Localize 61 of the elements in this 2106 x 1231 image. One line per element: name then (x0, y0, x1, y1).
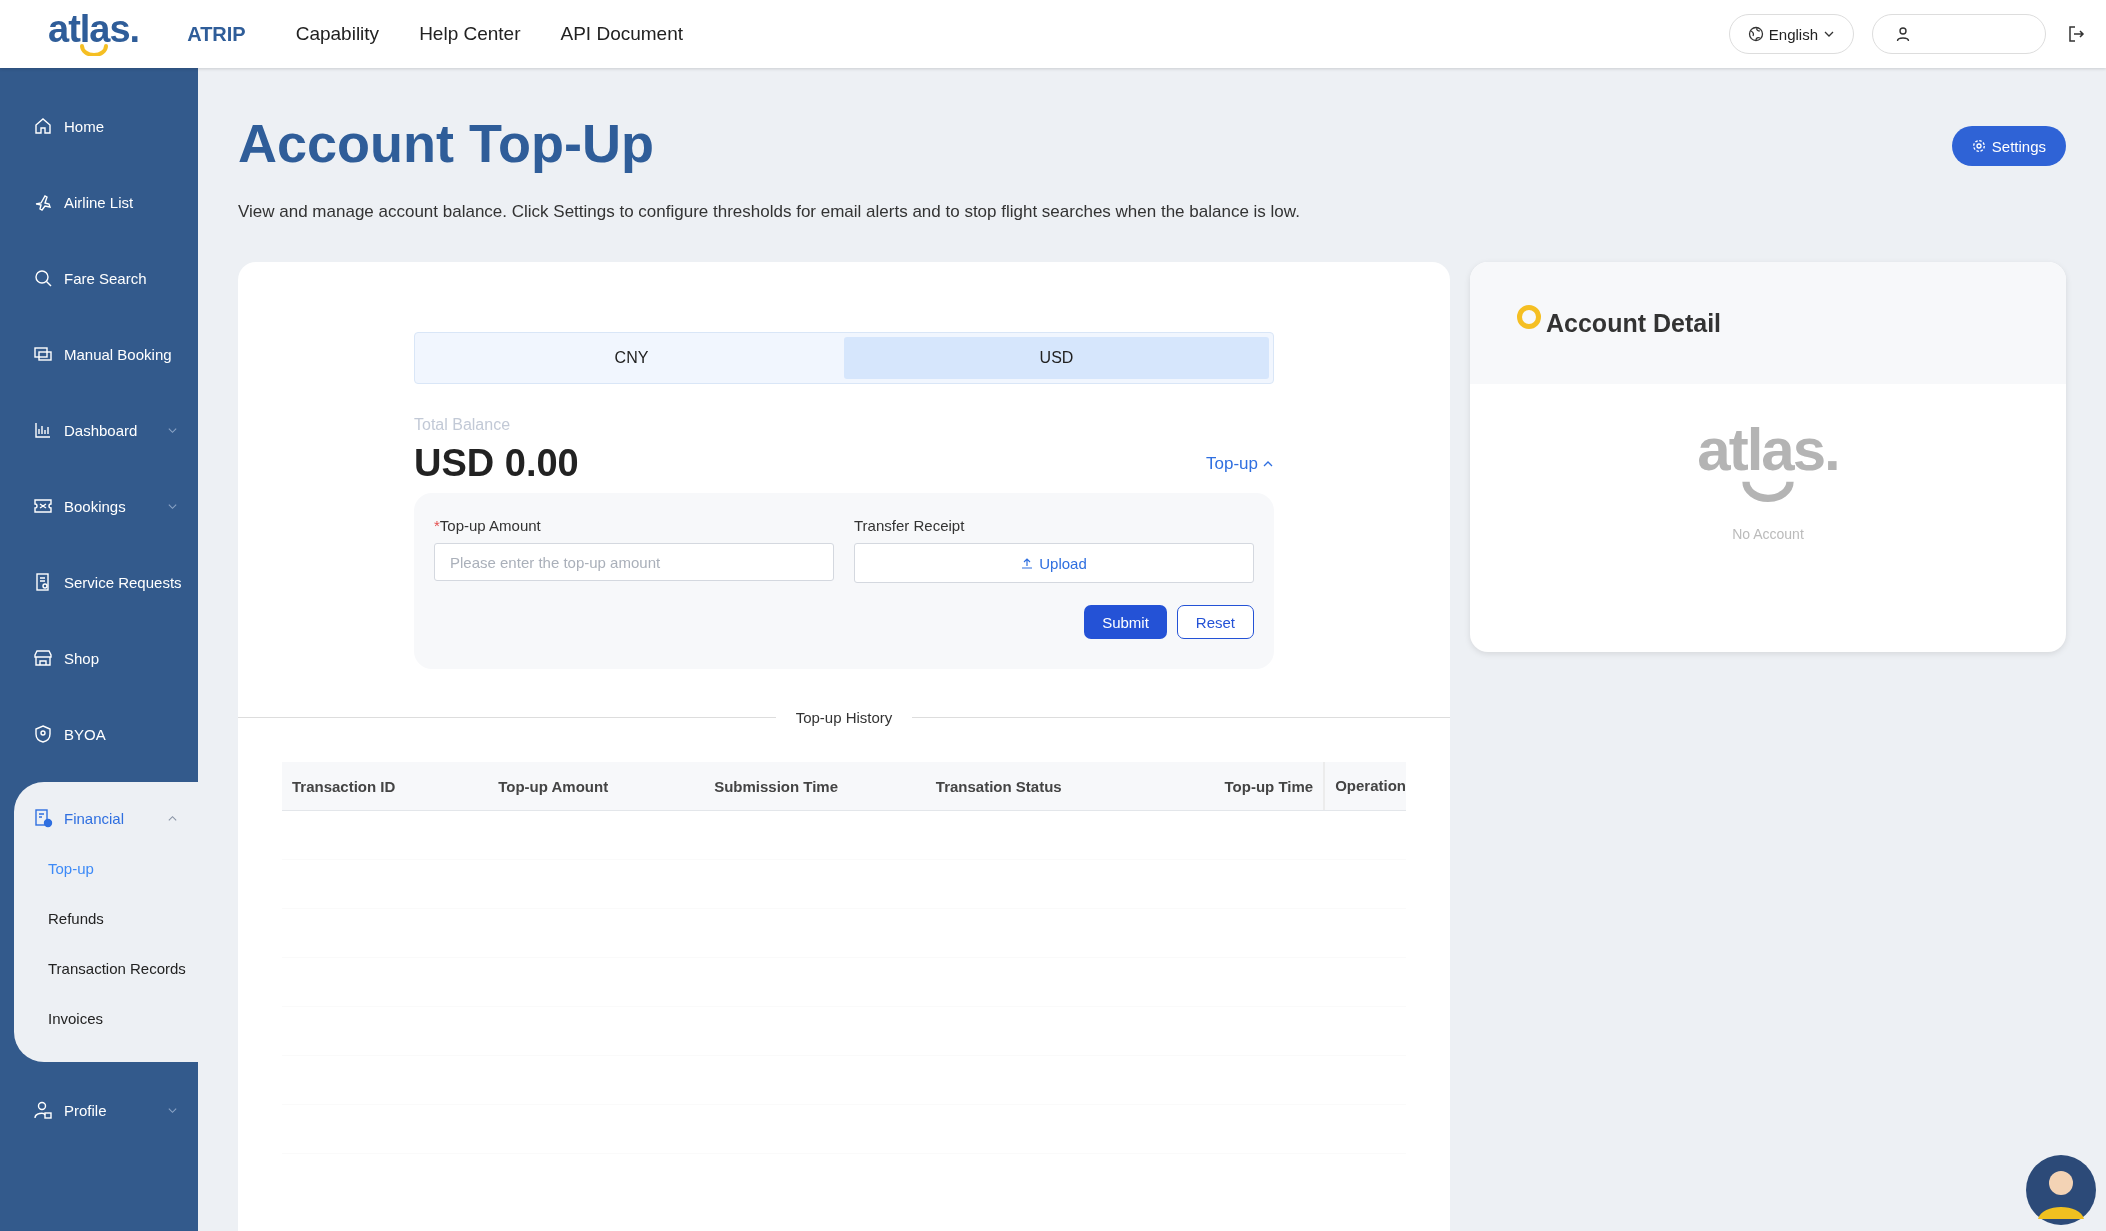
user-icon (1895, 26, 1911, 42)
top-up-toggle[interactable]: Top-up (1206, 453, 1274, 474)
sidebar-item[interactable]: Home (0, 88, 198, 164)
column-header: Transation Status (934, 777, 1063, 795)
assistant-avatar[interactable] (2026, 1155, 2096, 1225)
page-title: Account Top-Up (238, 112, 655, 174)
page-description: View and manage account balance. Click Settings to configure thresholds for email alerts and to stop flight searches when the balance is low. (238, 202, 1300, 222)
column-header: Submission Time (713, 777, 840, 795)
nav-link[interactable]: API Document (560, 23, 683, 45)
currency-tab[interactable]: USD (844, 337, 1269, 379)
card-title: Account Detail (1546, 308, 1722, 338)
screen-icon (33, 344, 53, 364)
sidebar-item[interactable]: BYOA (0, 696, 198, 772)
reset-button[interactable]: Reset (1176, 605, 1254, 639)
settings-button[interactable]: Settings (1951, 126, 2066, 166)
sidebar-item[interactable]: Fare Search (0, 240, 198, 316)
search-icon (33, 268, 53, 288)
sidebar-item[interactable]: Service Requests (0, 544, 198, 620)
column-header: Operation (1323, 762, 1406, 810)
ring-icon (1516, 304, 1542, 330)
submenu-item[interactable]: Invoices (14, 994, 198, 1044)
currency-tab[interactable]: CNY (419, 337, 844, 379)
store-icon (33, 648, 53, 668)
sidebar-item[interactable]: Airline List (0, 164, 198, 240)
top-up-amount-field[interactable]: Please enter the top-up amount (434, 543, 834, 581)
upload-icon (1021, 557, 1034, 569)
column-header: Top-up Time (1223, 777, 1315, 795)
sidebar-item[interactable]: Dashboard (0, 392, 198, 468)
settings-icon (1971, 139, 1986, 153)
column-header: Transaction ID (291, 777, 397, 795)
language-selector[interactable]: English (1728, 14, 1854, 54)
shield-icon (33, 724, 53, 744)
balance-label: Total Balance (414, 416, 512, 434)
field-label: *Top-up Amount (434, 517, 542, 534)
empty-logo: atlas. (1697, 424, 1839, 502)
section-title: Top-up History (795, 709, 893, 726)
globe-icon (1747, 26, 1764, 42)
column-header: Top-up Amount (497, 777, 610, 795)
user-icon (33, 1100, 53, 1120)
sidebar-item[interactable]: Financial (14, 792, 198, 844)
logo[interactable]: atlas. (48, 12, 140, 56)
submit-button[interactable]: Submit (1084, 605, 1167, 639)
empty-text: No Account (1732, 526, 1804, 542)
nav-link[interactable]: Help Center (419, 23, 521, 45)
sidebar-item[interactable]: Profile (0, 1072, 198, 1148)
sidebar-item[interactable]: Bookings (0, 468, 198, 544)
home-icon (33, 116, 53, 136)
submenu-item[interactable]: Refunds (14, 894, 198, 944)
ticket-icon (33, 496, 53, 516)
upload-button[interactable]: Upload (854, 543, 1254, 583)
brand-name: ATRIP (187, 22, 246, 46)
field-label: Transfer Receipt (854, 517, 966, 534)
logout-icon[interactable] (2066, 24, 2086, 44)
nav-link[interactable]: Capability (295, 23, 380, 45)
submenu-item[interactable]: Transaction Records (14, 944, 198, 994)
bar-chart-icon (33, 420, 53, 440)
airplane-icon (33, 192, 53, 212)
sidebar-item[interactable]: Shop (0, 620, 198, 696)
sidebar-item[interactable]: Manual Booking (0, 316, 198, 392)
balance-amount: USD 0.00 (414, 442, 579, 485)
invoice-icon (33, 808, 53, 828)
